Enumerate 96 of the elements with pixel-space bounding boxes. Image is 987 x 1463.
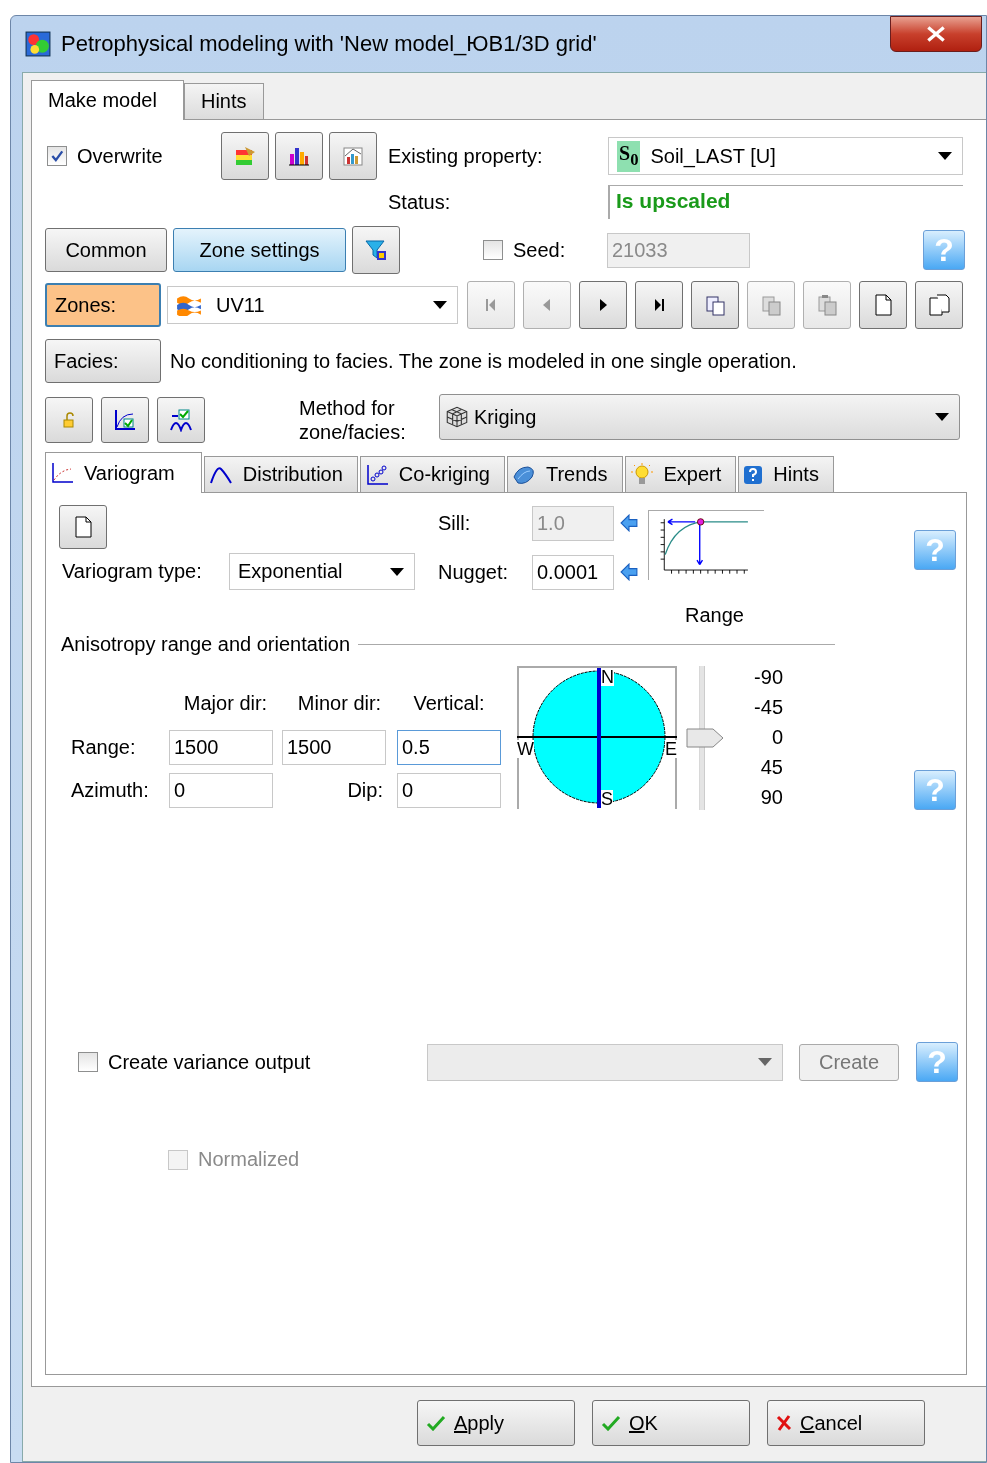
- zone-dropdown[interactable]: UV11: [167, 286, 458, 324]
- field-label: Status:: [388, 190, 452, 214]
- arrow-icon[interactable]: [620, 563, 638, 581]
- copy-icon: [703, 293, 727, 317]
- scale-label: 45: [760, 755, 783, 780]
- field-label: Nugget:: [438, 560, 510, 584]
- column-heading: Minor dir:: [296, 692, 383, 716]
- range-field[interactable]: 1500: [169, 730, 273, 765]
- scale-label: -90: [754, 665, 783, 690]
- scale-label: -45: [754, 695, 783, 720]
- color-table-icon: [233, 144, 257, 168]
- field-label: Variogram type:: [62, 560, 203, 583]
- field-label: Existing property:: [388, 144, 544, 168]
- tab[interactable]: Hints: [738, 456, 834, 492]
- checkbox-label: Seed:: [513, 238, 566, 262]
- facies-description: No conditioning to facies. The zone is modeled in one single operation.: [170, 349, 797, 373]
- model-check-icon: [169, 408, 193, 432]
- paste-icon: [759, 293, 783, 317]
- caret-icon: [390, 567, 404, 576]
- tab[interactable]: Trends: [507, 456, 623, 492]
- lock-icon: [61, 412, 77, 428]
- range-field[interactable]: 1500: [282, 730, 386, 765]
- column-heading: Vertical:: [412, 692, 486, 716]
- check-icon: [426, 1415, 446, 1431]
- caret-icon: [433, 301, 447, 309]
- field-label: Range:: [70, 736, 137, 759]
- new-button[interactable]: [59, 505, 107, 549]
- scatter-plot-icon: [364, 462, 389, 487]
- checkbox[interactable]: [47, 146, 67, 166]
- toolbar-button[interactable]: [352, 226, 400, 274]
- toolbar-button[interactable]: [329, 132, 377, 180]
- dip-field[interactable]: 0: [397, 773, 501, 808]
- compass-label: S: [601, 790, 613, 808]
- scale-label: 90: [760, 785, 783, 810]
- status-value: Is upscaled: [608, 185, 963, 219]
- facies-button[interactable]: Facies:: [45, 339, 161, 383]
- navigation-button[interactable]: [635, 281, 683, 329]
- help-icon: [743, 464, 764, 485]
- compass-label: E: [665, 740, 677, 758]
- tab[interactable]: Make model: [31, 80, 184, 120]
- tab[interactable]: Hints: [183, 83, 264, 119]
- nugget-field[interactable]: 0.0001: [532, 554, 614, 590]
- variogram-icon: [50, 461, 74, 485]
- azimuth-field[interactable]: 0: [169, 773, 273, 808]
- close-button[interactable]: [890, 16, 982, 52]
- filter-icon: [364, 238, 388, 262]
- zone-icon: [176, 294, 202, 316]
- mode-button[interactable]: Zone settings: [173, 228, 346, 272]
- checkbox-label: Normalized: [198, 1148, 300, 1171]
- cancel-button[interactable]: Cancel: [767, 1400, 925, 1446]
- range-field[interactable]: 0.5: [397, 730, 501, 765]
- field-label: Azimuth:: [70, 779, 150, 802]
- caret-icon: [758, 1058, 772, 1066]
- tab[interactable]: Co-kriging: [359, 456, 505, 492]
- toolbar-button[interactable]: [157, 397, 205, 443]
- grid-cube-icon: [444, 404, 470, 430]
- chart-icon: [341, 144, 365, 168]
- field-label: Dip:: [346, 779, 384, 802]
- field-label: Sill:: [438, 511, 472, 535]
- app-icon: [25, 31, 51, 57]
- pages-icon: [927, 293, 951, 317]
- checkbox-label: Create variance output: [108, 1050, 311, 1074]
- property-type-icon: S$_{0}$: [617, 140, 641, 172]
- toolbar-button[interactable]: [45, 397, 93, 443]
- window-title: Petrophysical modeling with 'New model_ЮВ1/3D grid': [61, 31, 597, 57]
- toolbar-button[interactable]: [221, 132, 269, 180]
- column-heading: Major dir:: [182, 692, 269, 716]
- checkbox-label: Overwrite: [77, 144, 163, 168]
- property-dropdown[interactable]: S$_{0}$ Soil_LAST [U]: [608, 137, 963, 175]
- compass-label: N: [601, 668, 614, 686]
- tab[interactable]: Expert: [624, 456, 737, 492]
- caret-icon: [935, 413, 949, 421]
- scale-label: 0: [771, 725, 783, 750]
- variogram-type-dropdown[interactable]: Exponential: [229, 553, 415, 590]
- lightbulb-icon: [629, 462, 654, 487]
- field-label: Method for zone/facies:: [299, 396, 407, 444]
- confirm-button[interactable]: OK: [592, 1400, 750, 1446]
- method-dropdown[interactable]: Kriging: [439, 394, 960, 440]
- toolbar-button[interactable]: [101, 397, 149, 443]
- paste-icon: [815, 293, 839, 317]
- tab[interactable]: Distribution: [203, 456, 358, 492]
- cross-icon: [776, 1414, 792, 1432]
- check-icon: [601, 1415, 621, 1431]
- caret-icon: [938, 152, 952, 160]
- close-icon: [925, 25, 947, 43]
- section-title: Anisotropy range and orientation: [61, 632, 351, 656]
- mode-button[interactable]: Common: [45, 228, 167, 272]
- zones-button[interactable]: Zones:: [45, 283, 161, 327]
- compass-label: W: [517, 740, 534, 758]
- confirm-button[interactable]: Apply: [417, 1400, 575, 1446]
- toolbar-button[interactable]: [275, 132, 323, 180]
- range-heading: Range: [685, 604, 745, 628]
- slider-thumb[interactable]: [685, 727, 725, 749]
- arrow-icon[interactable]: [620, 514, 638, 532]
- chart-check-icon: [113, 408, 137, 432]
- tab[interactable]: Variogram: [45, 452, 202, 493]
